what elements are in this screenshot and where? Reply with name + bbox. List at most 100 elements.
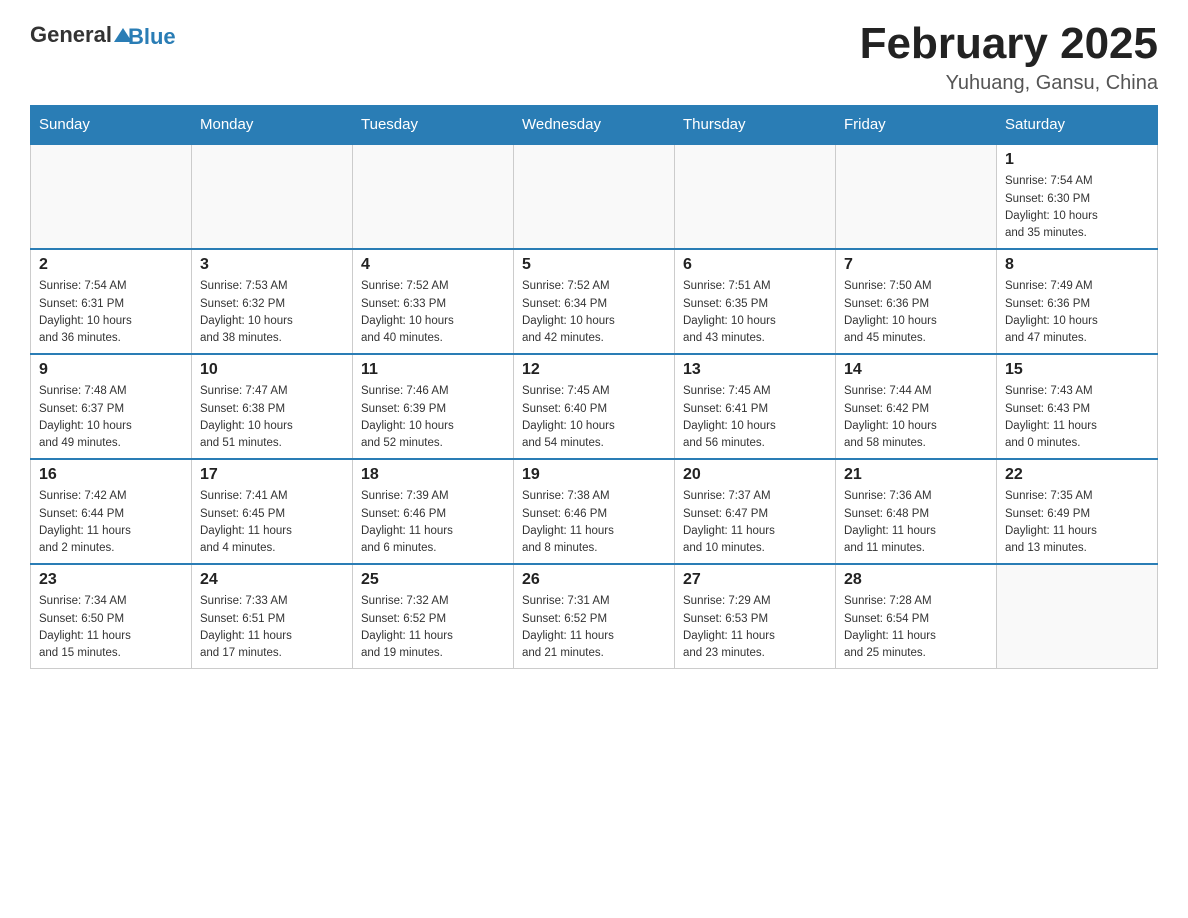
calendar-cell: 18 Sunrise: 7:39 AM Sunset: 6:46 PM Dayli… [353,459,514,564]
calendar-header-saturday: Saturday [997,106,1158,145]
location: Yuhuang, Gansu, China [860,72,1158,95]
calendar-cell: 9 Sunrise: 7:48 AM Sunset: 6:37 PM Daylig… [31,354,192,459]
calendar-cell: 10 Sunrise: 7:47 AM Sunset: 6:38 PM Dayli… [192,354,353,459]
day-info: Sunrise: 7:43 AM Sunset: 6:43 PM Dayligh… [1005,383,1149,452]
calendar-cell [31,144,192,249]
calendar-header-wednesday: Wednesday [514,106,675,145]
day-number: 19 [522,466,666,484]
day-info: Sunrise: 7:29 AM Sunset: 6:53 PM Dayligh… [683,593,827,662]
day-info: Sunrise: 7:53 AM Sunset: 6:32 PM Dayligh… [200,278,344,347]
day-info: Sunrise: 7:46 AM Sunset: 6:39 PM Dayligh… [361,383,505,452]
calendar-cell: 21 Sunrise: 7:36 AM Sunset: 6:48 PM Dayli… [836,459,997,564]
calendar-cell: 28Sunrise: 7:28 AM Sunset: 6:54 PM Dayli… [836,564,997,669]
calendar-cell: 2 Sunrise: 7:54 AM Sunset: 6:31 PM Daylig… [31,249,192,354]
calendar-cell [192,144,353,249]
day-number: 11 [361,361,505,379]
calendar-cell: 19 Sunrise: 7:38 AM Sunset: 6:46 PM Dayli… [514,459,675,564]
calendar-cell: 1 Sunrise: 7:54 AM Sunset: 6:30 PM Daylig… [997,144,1158,249]
day-number: 8 [1005,256,1149,274]
calendar-cell: 26 Sunrise: 7:31 AM Sunset: 6:52 PM Dayli… [514,564,675,669]
calendar-cell [675,144,836,249]
day-info: Sunrise: 7:34 AM Sunset: 6:50 PM Dayligh… [39,593,183,662]
day-number: 17 [200,466,344,484]
calendar-cell [514,144,675,249]
calendar-header-thursday: Thursday [675,106,836,145]
day-number: 16 [39,466,183,484]
day-number: 26 [522,571,666,589]
day-number: 9 [39,361,183,379]
day-number: 12 [522,361,666,379]
calendar-week-row: 16 Sunrise: 7:42 AM Sunset: 6:44 PM Dayli… [31,459,1158,564]
calendar-week-row: 2 Sunrise: 7:54 AM Sunset: 6:31 PM Daylig… [31,249,1158,354]
day-info: Sunrise: 7:32 AM Sunset: 6:52 PM Dayligh… [361,593,505,662]
calendar-table: SundayMondayTuesdayWednesdayThursdayFrid… [30,105,1158,669]
day-info: Sunrise: 7:54 AM Sunset: 6:31 PM Dayligh… [39,278,183,347]
day-info: Sunrise: 7:44 AM Sunset: 6:42 PM Dayligh… [844,383,988,452]
day-info: Sunrise: 7:28 AM Sunset: 6:54 PM Dayligh… [844,593,988,662]
logo-blue: Blue [128,24,176,49]
calendar-cell: 15Sunrise: 7:43 AM Sunset: 6:43 PM Dayli… [997,354,1158,459]
day-info: Sunrise: 7:38 AM Sunset: 6:46 PM Dayligh… [522,488,666,557]
calendar-header-sunday: Sunday [31,106,192,145]
day-info: Sunrise: 7:50 AM Sunset: 6:36 PM Dayligh… [844,278,988,347]
day-info: Sunrise: 7:41 AM Sunset: 6:45 PM Dayligh… [200,488,344,557]
day-info: Sunrise: 7:51 AM Sunset: 6:35 PM Dayligh… [683,278,827,347]
day-info: Sunrise: 7:37 AM Sunset: 6:47 PM Dayligh… [683,488,827,557]
day-number: 24 [200,571,344,589]
calendar-header-row: SundayMondayTuesdayWednesdayThursdayFrid… [31,106,1158,145]
calendar-cell: 22Sunrise: 7:35 AM Sunset: 6:49 PM Dayli… [997,459,1158,564]
day-number: 25 [361,571,505,589]
calendar-cell: 17 Sunrise: 7:41 AM Sunset: 6:45 PM Dayli… [192,459,353,564]
calendar-cell: 11 Sunrise: 7:46 AM Sunset: 6:39 PM Dayli… [353,354,514,459]
day-info: Sunrise: 7:39 AM Sunset: 6:46 PM Dayligh… [361,488,505,557]
calendar-header-tuesday: Tuesday [353,106,514,145]
calendar-cell [353,144,514,249]
calendar-header-monday: Monday [192,106,353,145]
logo: General Blue [30,20,176,50]
day-number: 3 [200,256,344,274]
day-number: 10 [200,361,344,379]
calendar-cell: 12 Sunrise: 7:45 AM Sunset: 6:40 PM Dayli… [514,354,675,459]
calendar-week-row: 23 Sunrise: 7:34 AM Sunset: 6:50 PM Dayli… [31,564,1158,669]
logo-general: General [30,22,112,48]
day-number: 7 [844,256,988,274]
day-info: Sunrise: 7:42 AM Sunset: 6:44 PM Dayligh… [39,488,183,557]
calendar-cell: 16 Sunrise: 7:42 AM Sunset: 6:44 PM Dayli… [31,459,192,564]
day-info: Sunrise: 7:48 AM Sunset: 6:37 PM Dayligh… [39,383,183,452]
day-number: 27 [683,571,827,589]
day-info: Sunrise: 7:36 AM Sunset: 6:48 PM Dayligh… [844,488,988,557]
day-number: 14 [844,361,988,379]
calendar-cell: 8 Sunrise: 7:49 AM Sunset: 6:36 PM Daylig… [997,249,1158,354]
day-info: Sunrise: 7:49 AM Sunset: 6:36 PM Dayligh… [1005,278,1149,347]
day-number: 21 [844,466,988,484]
calendar-cell: 27 Sunrise: 7:29 AM Sunset: 6:53 PM Dayli… [675,564,836,669]
day-number: 2 [39,256,183,274]
month-title: February 2025 [860,20,1158,68]
calendar-cell: 23 Sunrise: 7:34 AM Sunset: 6:50 PM Dayli… [31,564,192,669]
day-info: Sunrise: 7:47 AM Sunset: 6:38 PM Dayligh… [200,383,344,452]
title-block: February 2025 Yuhuang, Gansu, China [860,20,1158,95]
day-number: 1 [1005,151,1149,169]
calendar-cell: 13 Sunrise: 7:45 AM Sunset: 6:41 PM Dayli… [675,354,836,459]
calendar-cell: 7 Sunrise: 7:50 AM Sunset: 6:36 PM Daylig… [836,249,997,354]
day-number: 23 [39,571,183,589]
calendar-cell [997,564,1158,669]
day-info: Sunrise: 7:52 AM Sunset: 6:34 PM Dayligh… [522,278,666,347]
day-info: Sunrise: 7:54 AM Sunset: 6:30 PM Dayligh… [1005,173,1149,242]
calendar-cell: 14 Sunrise: 7:44 AM Sunset: 6:42 PM Dayli… [836,354,997,459]
day-number: 6 [683,256,827,274]
calendar-week-row: 9 Sunrise: 7:48 AM Sunset: 6:37 PM Daylig… [31,354,1158,459]
day-number: 13 [683,361,827,379]
calendar-cell: 4Sunrise: 7:52 AM Sunset: 6:33 PM Daylig… [353,249,514,354]
day-info: Sunrise: 7:45 AM Sunset: 6:40 PM Dayligh… [522,383,666,452]
day-info: Sunrise: 7:45 AM Sunset: 6:41 PM Dayligh… [683,383,827,452]
calendar-cell [836,144,997,249]
page-header: General Blue February 2025 Yuhuang, Gans… [30,20,1158,95]
day-info: Sunrise: 7:31 AM Sunset: 6:52 PM Dayligh… [522,593,666,662]
day-number: 18 [361,466,505,484]
calendar-cell: 6 Sunrise: 7:51 AM Sunset: 6:35 PM Daylig… [675,249,836,354]
day-info: Sunrise: 7:35 AM Sunset: 6:49 PM Dayligh… [1005,488,1149,557]
calendar-cell: 20Sunrise: 7:37 AM Sunset: 6:47 PM Dayli… [675,459,836,564]
calendar-cell: 25 Sunrise: 7:32 AM Sunset: 6:52 PM Dayli… [353,564,514,669]
calendar-week-row: 1 Sunrise: 7:54 AM Sunset: 6:30 PM Daylig… [31,144,1158,249]
